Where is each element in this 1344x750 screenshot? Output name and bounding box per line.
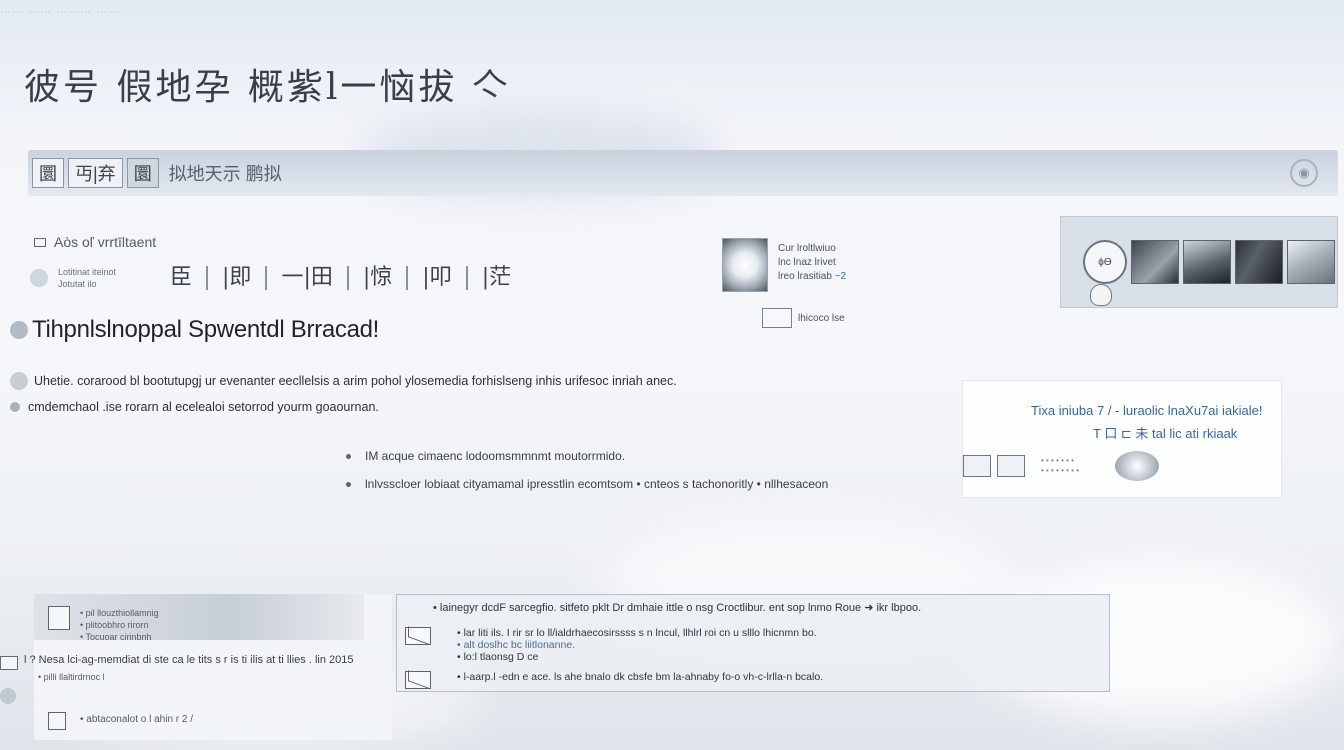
profile-line-3: lreo lrasitiab: [778, 271, 832, 282]
envelope-icon: [405, 671, 431, 689]
avatar: [722, 238, 768, 292]
gallery-thumbnail[interactable]: [1235, 240, 1283, 284]
column-header[interactable]: |即: [206, 266, 265, 290]
feed-item[interactable]: • lar liti ils. I rir sr lo ll/ialdrhaec…: [405, 627, 817, 663]
news-line-wide: l ? Nesa lci-ag-memdiat di ste ca le tit…: [24, 654, 354, 666]
gallery-thumbnail[interactable]: [1131, 240, 1179, 284]
circle-bullet-icon: [0, 688, 16, 704]
panel-icons: • • • • • • • • • • • • • • •: [963, 451, 1159, 481]
feed-item[interactable]: • l-aarp.l -edn e ace. ls ahe bnalo dk c…: [405, 671, 823, 689]
document-icon: [762, 308, 792, 328]
paragraph-1-row: Uhetie. corarood bl bootutupgj ur evenan…: [10, 372, 677, 390]
profile-card[interactable]: Cur lroltlwiuo lnc lnaz lrivet lreo lras…: [722, 238, 846, 292]
page-headline: 彼号 假地孕 概紫l一恼拔 亽: [24, 67, 511, 108]
main-title-row: Tihpnlslnoppal Spwentdl Brracad!: [10, 316, 379, 344]
globe-icon[interactable]: ◉: [1290, 159, 1318, 187]
circle-bullet-icon: [30, 269, 48, 287]
news-line: • plitoobhro rirorn: [80, 620, 149, 630]
circle-bullet-icon: [10, 321, 28, 339]
news-line: • pilli llaltirdrnoc l: [38, 672, 105, 682]
document-icon[interactable]: [963, 455, 991, 477]
panel-small-text: • • • • • • • • • • • • • • •: [1041, 456, 1079, 476]
column-header[interactable]: 臣: [170, 266, 206, 290]
paragraph-2-row: cmdemchaol .ise rorarn al ecelealoi seto…: [10, 400, 379, 414]
navigation-bar: 圜 丏|弃 圜 拟地天示 鹏拟 ◉: [28, 150, 1338, 196]
top-strip-text: …… …… ……… ……: [0, 4, 121, 16]
list-item: IM acque cimaenc lodoomsmmnmt moutorrmid…: [346, 442, 828, 470]
panel-line-1: Tixa iniuba 7 / - luraolic lnaXu7ai iaki…: [1031, 403, 1263, 418]
news-line: • Tocuoar cirinbnh: [80, 632, 152, 642]
column-header[interactable]: 一|田: [265, 266, 346, 290]
column-header[interactable]: |惊: [346, 266, 406, 290]
meta-row: Lotitinat iteinot Jotutat ilo: [30, 266, 116, 290]
column-header[interactable]: |茫: [465, 266, 525, 290]
list-item-text: IM acque cimaenc lodoomsmmnmt moutorrmid…: [365, 449, 626, 463]
profile-foot-label: lhicoco lse: [798, 312, 845, 324]
list-item: lnlvsscloer lobiaat cityamamal ipresstli…: [346, 470, 828, 498]
hand-cursor-icon: [1090, 284, 1112, 306]
profile-line-2: lnc lnaz lrivet: [778, 257, 836, 268]
meta-lines: Lotitinat iteinot Jotutat ilo: [58, 266, 116, 290]
feed-line: • lo:l tlaonsg D ce: [457, 651, 539, 663]
circle-bullet-icon: [10, 402, 20, 412]
gallery-thumbnail[interactable]: [1287, 240, 1335, 284]
globe-icon: [1114, 451, 1159, 481]
bullet-dot-icon: [346, 481, 351, 487]
profile-line-1: Cur lroltlwiuo: [778, 243, 836, 254]
section-header-label: Aòs oľ vrrtīltaent: [54, 234, 157, 250]
image-icon: [48, 606, 70, 630]
envelope-icon: [405, 627, 431, 645]
document-icon[interactable]: [997, 455, 1025, 477]
meta-line-2: Jotutat ilo: [58, 279, 97, 289]
image-icon: [48, 712, 66, 730]
feed-item-text: • l-aarp.l -edn e ace. ls ahe bnalo dk c…: [457, 671, 824, 683]
nav-tab-1[interactable]: 圜: [32, 158, 64, 188]
image-button-icon[interactable]: ϕ⁠Ѳ: [1083, 240, 1127, 284]
document-icon: [0, 656, 18, 670]
news-card[interactable]: • pil llouzthiollamnig • plitoobhro riro…: [24, 594, 392, 740]
profile-accent: ~2: [834, 271, 847, 282]
profile-footer: lhicoco lse: [762, 308, 845, 328]
circle-bullet-icon: [10, 372, 28, 390]
profile-text: Cur lroltlwiuo lnc lnaz lrivet lreo lras…: [778, 242, 846, 292]
section-header: Aòs oľ vrrtīltaent: [34, 234, 156, 250]
panel-small-line: • • • • • • • •: [1041, 466, 1079, 475]
paragraph-1: Uhetie. corarood bl bootutupgj ur evenan…: [34, 374, 677, 388]
meta-line-1: Lotitinat iteinot: [58, 267, 117, 277]
gallery-thumbnail[interactable]: [1183, 240, 1231, 284]
message-feed: • lainegyr dcdF sarcegfio. sitfeto pklt …: [396, 594, 1110, 692]
nav-tab-3[interactable]: 圜: [126, 158, 159, 188]
paragraph-2: cmdemchaol .ise rorarn al ecelealoi seto…: [28, 400, 379, 414]
news-line: • abtaconalot o l ahin r 2 /: [80, 714, 194, 725]
feed-item-text: • lar liti ils. I rir sr lo ll/ialdrhaec…: [457, 627, 817, 663]
feed-header: • lainegyr dcdF sarcegfio. sitfeto pklt …: [433, 602, 922, 614]
square-icon: [34, 237, 46, 247]
news-line: • pil llouzthiollamnig: [80, 608, 159, 618]
nav-tab-2[interactable]: 丏|弃: [68, 158, 123, 188]
column-header[interactable]: |叩: [406, 266, 465, 290]
list-item-text: lnlvsscloer lobiaat cityamamal ipresstli…: [365, 477, 829, 491]
panel-small-line: • • • • • • •: [1041, 456, 1074, 465]
feed-line: • lar liti ils. I rir sr lo ll/ialdrhaec…: [457, 627, 817, 639]
breadcrumb: 拟地天示 鹏拟: [168, 164, 282, 184]
bullet-dot-icon: [346, 453, 351, 459]
feed-line: • alt doslhc bc liitlonanne.: [457, 639, 576, 651]
column-headers: 臣 |即 一|田 |惊 |叩 |茫: [170, 266, 525, 290]
main-title: Tihpnlslnoppal Spwentdl Brracad!: [32, 316, 380, 343]
bullet-list: IM acque cimaenc lodoomsmmnmt moutorrmid…: [346, 442, 828, 498]
panel-line-2: T 口 ⊏ 未 tal lic ati rkiaak: [1093, 426, 1238, 441]
info-panel[interactable]: Tixa iniuba 7 / - luraolic lnaXu7ai iaki…: [962, 380, 1282, 498]
